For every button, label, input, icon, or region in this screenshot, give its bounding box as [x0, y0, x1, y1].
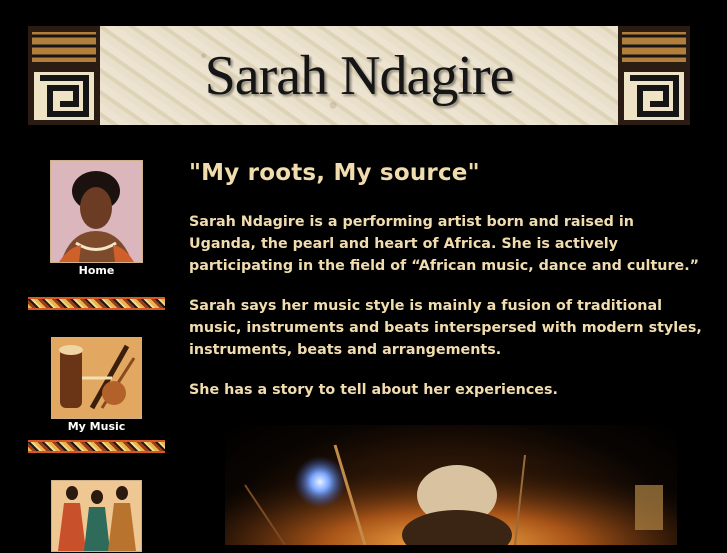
- sidebar-item-label: Home: [78, 264, 115, 277]
- main-content: "My roots, My source" Sarah Ndagire is a…: [189, 160, 704, 398]
- portrait-photo[interactable]: [50, 160, 143, 263]
- sidebar-item-dancers[interactable]: [28, 480, 165, 553]
- site-banner: Sarah Ndagire: [28, 26, 690, 125]
- page-heading: "My roots, My source": [189, 160, 480, 186]
- site-title: Sarah Ndagire: [204, 45, 515, 107]
- sidebar-item-my-music[interactable]: My Music: [28, 337, 165, 433]
- pattern-divider: [28, 297, 165, 310]
- pattern-divider: [28, 440, 165, 453]
- dancers-painting[interactable]: [51, 480, 142, 552]
- instruments-painting[interactable]: [51, 337, 142, 419]
- sidebar-item-home[interactable]: Home: [28, 160, 165, 277]
- performance-photo: [225, 425, 677, 545]
- style-paragraph: Sarah says her music style is mainly a f…: [189, 298, 702, 358]
- sidebar-item-label: My Music: [67, 420, 126, 433]
- intro-paragraph: Sarah Ndagire is a performing artist bor…: [189, 214, 700, 274]
- story-paragraph: She has a story to tell about her experi…: [189, 382, 558, 398]
